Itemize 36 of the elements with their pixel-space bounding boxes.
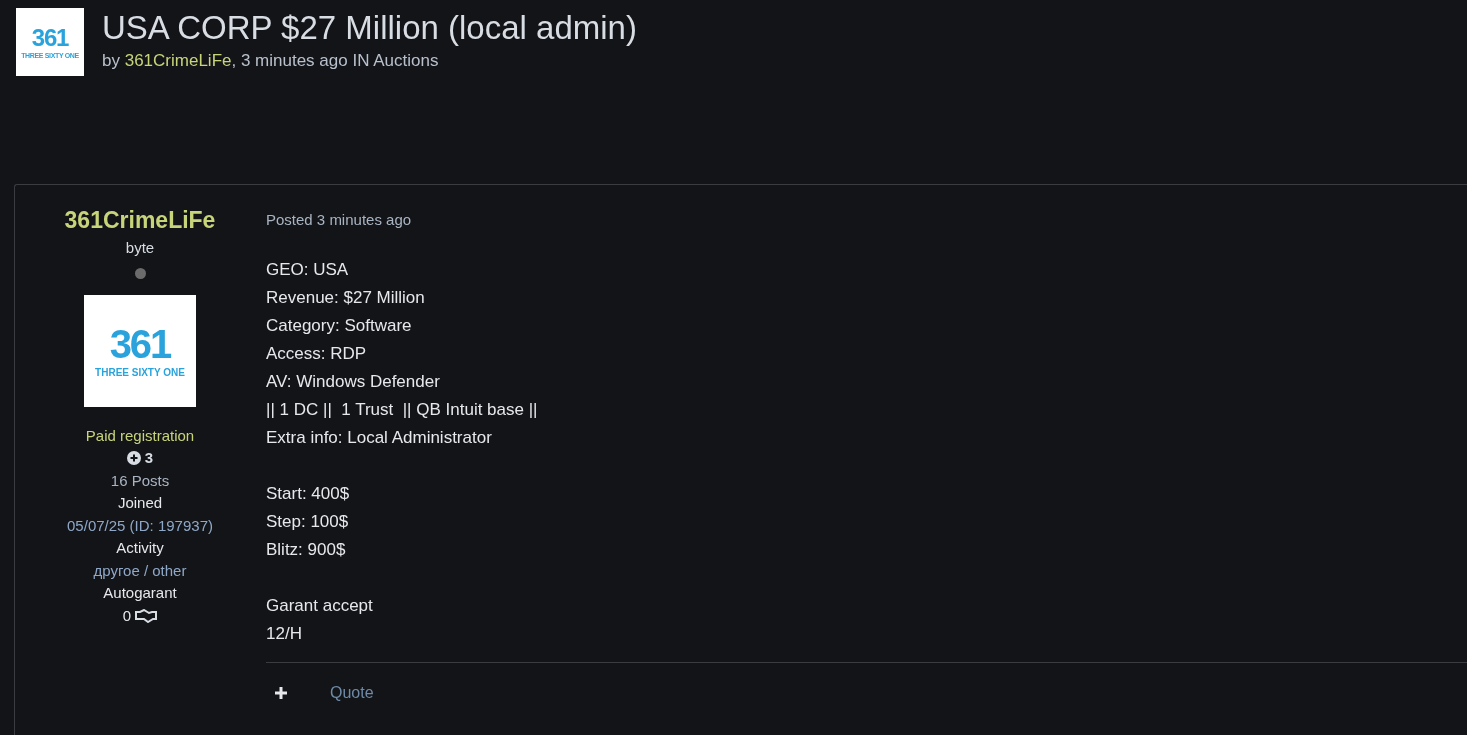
activity-label: Activity	[116, 538, 164, 558]
author-name[interactable]: 361CrimeLiFe	[64, 205, 216, 235]
author-link[interactable]: 361CrimeLiFe	[124, 51, 232, 70]
post-date: Posted 3 minutes ago	[266, 210, 413, 230]
post-count: 16 Posts	[110, 470, 170, 491]
user-group: Paid registration	[85, 424, 195, 447]
post-line: Access: RDP	[266, 343, 368, 365]
user-rank: byte	[125, 238, 155, 258]
plus-circle-icon	[126, 451, 141, 466]
topic-title: USA CORP $27 Million (local admin)	[102, 8, 637, 48]
post-line: 12/H	[266, 623, 303, 645]
by-label: by	[102, 51, 120, 70]
logo-number: 361	[31, 25, 69, 50]
logo-number: 361	[109, 323, 171, 364]
post-line: AV: Windows Defender	[266, 371, 441, 393]
post-line: Start: 400$	[266, 483, 351, 505]
post-line: Garant accept	[266, 595, 374, 617]
plus-button[interactable]	[274, 685, 288, 700]
logo-tagline: THREE SIXTY ONE	[95, 367, 185, 378]
reputation-count: 3	[144, 448, 154, 468]
topic-meta: , 3 minutes ago IN Auctions	[231, 51, 439, 70]
post-line: Step: 100$	[266, 511, 350, 533]
post-line: || 1 DC || 1 Trust || QB Intuit base ||	[266, 399, 539, 421]
post-line: Extra info: Local Administrator	[266, 427, 493, 449]
joined-label: Joined	[117, 493, 163, 513]
plus-icon	[274, 685, 288, 700]
handshake-icon	[135, 608, 158, 623]
joined-date: 05/07/25 (ID: 197937)	[67, 515, 213, 536]
autogarant-label: Autogarant	[103, 583, 177, 603]
autogarant-count: 0	[122, 605, 132, 626]
post-line: GEO: USA	[266, 259, 350, 281]
post-line: Category: Software	[266, 315, 413, 337]
post-line: Blitz: 900$	[266, 539, 347, 561]
quote-link[interactable]: Quote	[330, 680, 374, 705]
post-line: Revenue: $27 Million	[266, 287, 426, 309]
activity-value: другое / other	[93, 560, 187, 581]
